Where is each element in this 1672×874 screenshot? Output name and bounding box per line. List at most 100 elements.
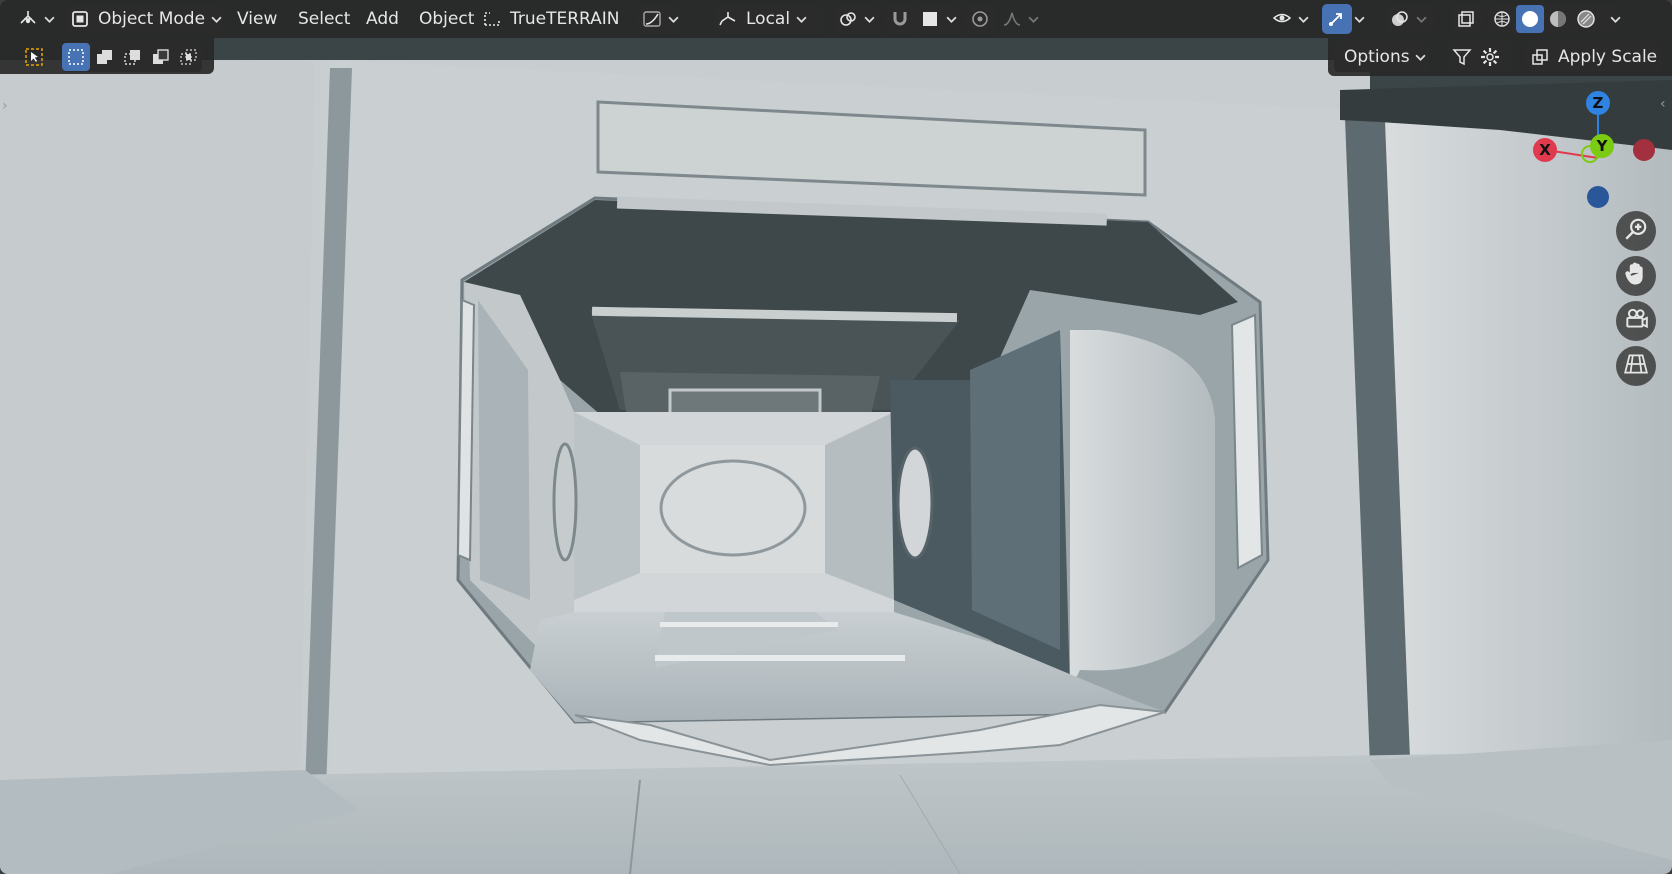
gizmo-x-label: X — [1539, 141, 1551, 159]
filter-settings-group — [1448, 42, 1512, 72]
options-dropdown[interactable]: Options — [1334, 42, 1430, 72]
eye-cursor-icon — [1268, 5, 1296, 33]
options-label: Options — [1344, 47, 1410, 67]
sidebar-expand-arrow[interactable]: ‹ — [1660, 96, 1666, 112]
left-porthole — [552, 442, 578, 562]
box-select-extend-icon[interactable] — [90, 43, 118, 71]
xray-toggle[interactable] — [1452, 4, 1482, 34]
camera-view-icon — [1623, 306, 1649, 336]
menu-object[interactable]: Object — [415, 4, 478, 34]
apply-scale-button[interactable]: Apply Scale — [1526, 42, 1662, 72]
mode-label: Object Mode — [97, 9, 206, 29]
chevron-down-icon — [1608, 14, 1622, 25]
selection-mode-group — [62, 42, 202, 72]
menu-view[interactable]: View — [233, 4, 281, 34]
floor-strip-1 — [660, 622, 838, 627]
menu-select[interactable]: Select — [294, 4, 354, 34]
apply-scale-icon — [1526, 43, 1554, 71]
box-select-invert-icon[interactable] — [146, 43, 174, 71]
falloff-type-selector[interactable] — [998, 4, 1040, 34]
object-mode-icon — [66, 5, 94, 33]
box-select-new-icon[interactable] — [62, 43, 90, 71]
3d-viewport[interactable]: Object Mode View Select Add Object TrueT… — [0, 0, 1672, 874]
gizmo-y-axis[interactable]: Y — [1590, 134, 1614, 158]
toolbar-expand-arrow[interactable]: › — [2, 98, 8, 114]
transform-orientation-selector[interactable]: Local — [714, 4, 824, 34]
gizmo-z-label: Z — [1592, 94, 1604, 112]
viewport-options-bar: Options Apply Scale — [1328, 38, 1672, 76]
overlays-toggle[interactable] — [1386, 4, 1434, 34]
mode-selector[interactable]: Object Mode — [66, 4, 223, 34]
wireframe-shading-icon[interactable] — [1488, 5, 1516, 33]
overlay-circles-icon — [1386, 5, 1414, 33]
rendered-shading-icon[interactable] — [1572, 5, 1600, 33]
shading-mode-group — [1488, 4, 1618, 34]
zoom-button[interactable] — [1616, 211, 1656, 251]
material-shading-icon[interactable] — [1544, 5, 1572, 33]
far-window — [659, 459, 807, 557]
chevron-down-icon — [42, 14, 56, 25]
box-select-subtract-icon[interactable] — [118, 43, 146, 71]
tool-settings-bar — [0, 38, 214, 74]
far-left-wall — [574, 412, 640, 600]
menu-object-label: Object — [419, 9, 475, 29]
shading-options-dropdown[interactable] — [1608, 4, 1630, 34]
camera-view-button[interactable] — [1616, 301, 1656, 341]
perspective-toggle-button[interactable] — [1616, 346, 1656, 386]
menu-add-label: Add — [366, 9, 399, 29]
menu-add[interactable]: Add — [362, 4, 403, 34]
cursor-select-icon — [20, 43, 48, 71]
selectability-visibility-selector[interactable] — [1268, 4, 1312, 34]
viewport-scene[interactable] — [0, 0, 1672, 874]
zoom-icon — [1623, 216, 1649, 246]
snap-increment-icon — [916, 5, 944, 33]
chevron-down-icon — [666, 14, 680, 25]
snap-target-selector[interactable] — [916, 4, 960, 34]
trueterrain-label: TrueTERRAIN — [510, 9, 620, 29]
filter-funnel-icon[interactable] — [1448, 43, 1476, 71]
local-orientation-icon — [714, 5, 742, 33]
snap-toggle[interactable] — [886, 4, 916, 34]
pan-button[interactable] — [1616, 256, 1656, 296]
gizmo-neg-z-axis[interactable] — [1587, 186, 1609, 208]
navigation-gizmo[interactable]: Z X Y — [1530, 88, 1670, 218]
trueterrain-menu[interactable]: TrueTERRAIN — [478, 4, 624, 34]
floor-strip-2 — [655, 655, 905, 661]
chevron-down-icon — [1296, 14, 1310, 25]
terrain-addon-icon — [478, 5, 506, 33]
falloff-curve-icon — [638, 5, 666, 33]
chevron-down-icon — [794, 14, 808, 25]
left-frame-slot — [456, 298, 476, 562]
smooth-falloff-icon — [998, 5, 1026, 33]
magnet-icon — [886, 5, 914, 33]
chevron-down-icon — [1414, 14, 1428, 25]
pivot-point-icon — [834, 5, 862, 33]
menu-select-label: Select — [298, 9, 351, 29]
orientation-label: Local — [746, 9, 791, 29]
gizmo-dropdown[interactable] — [1352, 4, 1374, 34]
chevron-down-icon — [1026, 14, 1040, 25]
proportional-editing-toggle[interactable] — [966, 4, 996, 34]
right-porthole — [896, 446, 934, 560]
chevron-down-icon — [1414, 52, 1428, 63]
gizmo-toggle[interactable] — [1322, 4, 1352, 34]
solid-shading-icon[interactable] — [1516, 5, 1544, 33]
chevron-down-icon — [862, 14, 876, 25]
gear-icon[interactable] — [1476, 43, 1504, 71]
object-3d-viewport-icon — [14, 5, 42, 33]
proportional-falloff-selector[interactable] — [638, 4, 680, 34]
left-panel — [0, 60, 315, 790]
pivot-point-selector[interactable] — [834, 4, 880, 34]
right-curved-wall — [1070, 330, 1215, 690]
gizmo-neg-x-axis[interactable] — [1633, 139, 1655, 161]
gizmo-x-axis[interactable]: X — [1533, 138, 1557, 162]
menu-view-label: View — [237, 9, 278, 29]
gizmo-y-label: Y — [1596, 137, 1608, 155]
editor-type-selector[interactable] — [14, 4, 56, 34]
gizmo-z-axis[interactable]: Z — [1586, 91, 1610, 115]
box-select-intersect-icon[interactable] — [174, 43, 202, 71]
select-tool-button[interactable] — [20, 42, 50, 72]
viewport-header: Object Mode View Select Add Object TrueT… — [0, 0, 1672, 38]
proportional-edit-icon — [966, 5, 994, 33]
gizmo-arrow-icon — [1322, 5, 1350, 33]
